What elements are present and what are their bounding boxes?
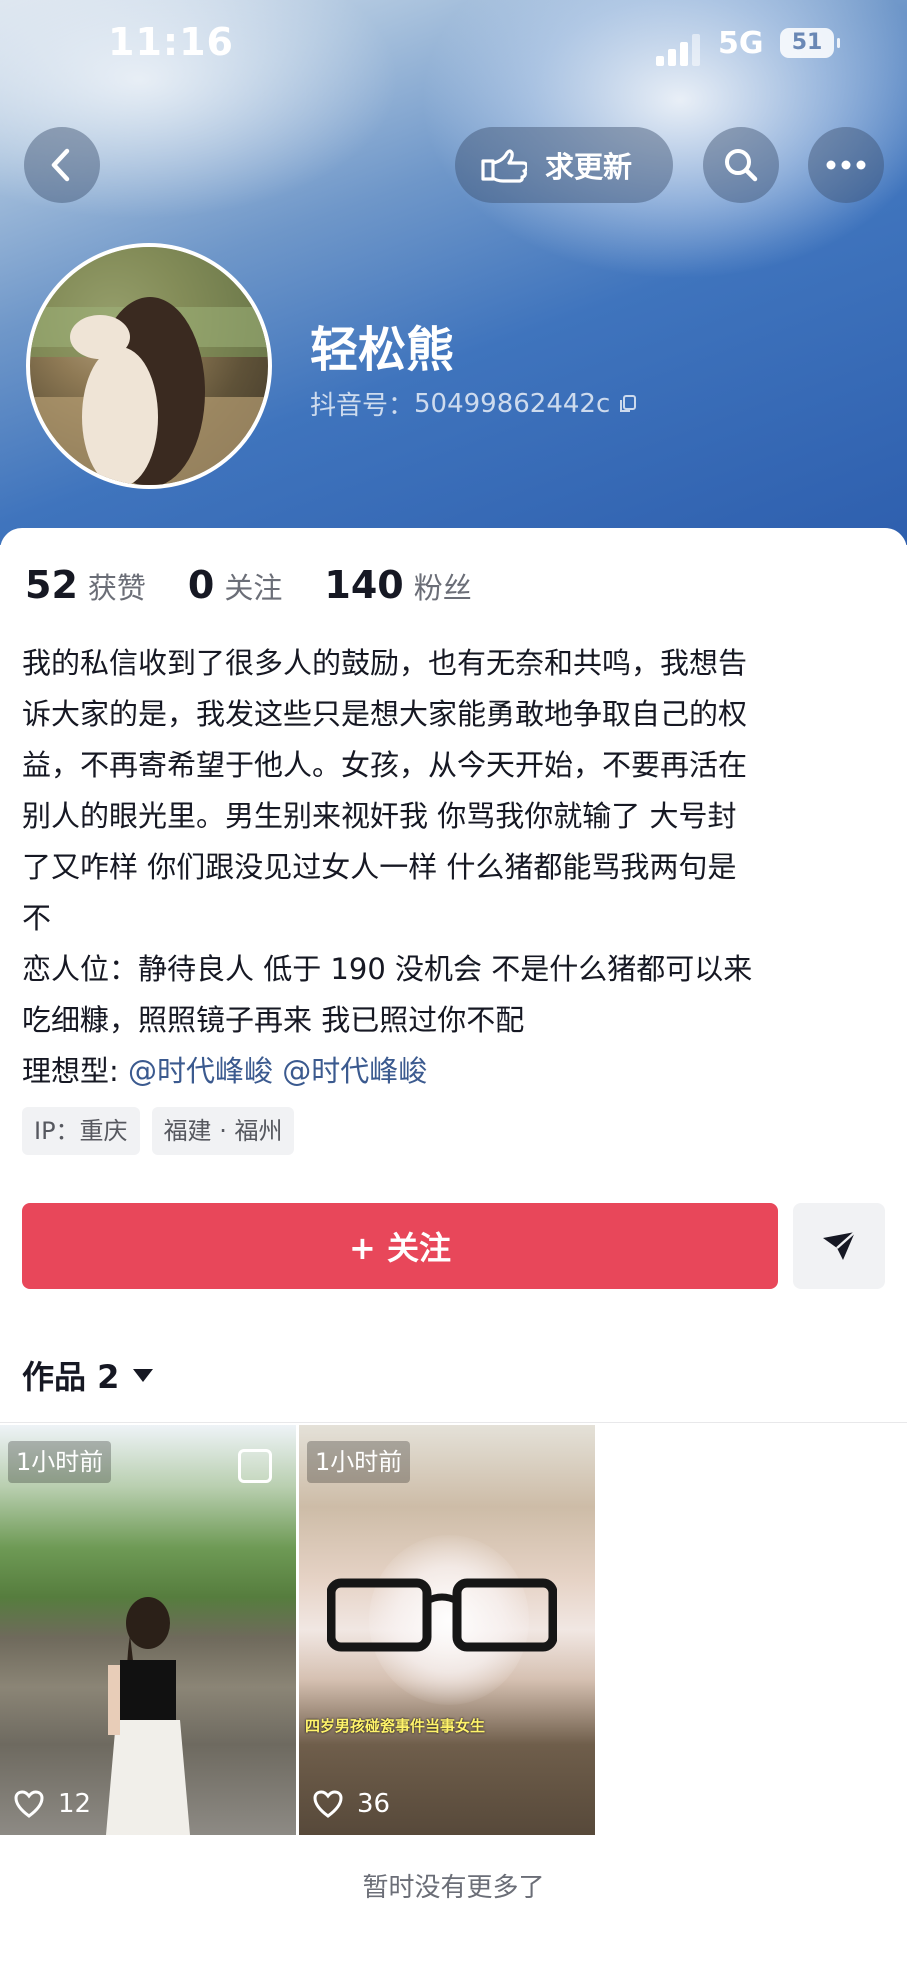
stat-followers[interactable]: 140 粉丝 [324,563,471,607]
bio-line: 我的私信收到了很多人的鼓励，也有无奈和共鸣，我想告 [22,646,748,680]
select-checkbox[interactable] [238,1449,272,1483]
stat-following[interactable]: 0 关注 [188,563,282,607]
profile-stats: 52 获赞 0 关注 140 粉丝 [25,563,514,607]
like-count: 36 [313,1789,390,1819]
network-type: 5G [718,26,764,61]
douyin-id: 抖音号： 50499862442c [310,385,638,422]
video-caption: 四岁男孩碰瓷事件当事女生 [305,1717,486,1735]
ip-location-tag: IP：重庆 [22,1107,140,1155]
profile-tags: IP：重庆 福建 · 福州 [22,1107,306,1155]
more-button[interactable] [808,127,884,203]
message-button[interactable] [793,1203,885,1289]
post-time-badge: 1小时前 [8,1441,112,1483]
like-count-value: 36 [357,1789,391,1819]
no-more-content-text: 暂时没有更多了 [362,1873,545,1903]
follow-button[interactable]: + 关注 [22,1203,778,1289]
username: 轻松熊 [310,322,455,378]
stat-likes-value: 52 [25,563,78,607]
video-thumbnail[interactable]: 1小时前 12 [0,1425,296,1835]
bio-ideal-label: 理想型: [22,1054,128,1088]
video-thumbnail[interactable]: 1小时前 四岁男孩碰瓷事件当事女生 36 [299,1425,595,1835]
works-tab-label: 作品 2 [22,1358,120,1396]
avatar[interactable] [26,243,272,489]
thumbnail-glasses-graphic [327,1578,557,1652]
copy-icon[interactable] [618,394,638,414]
region-tag[interactable]: 福建 · 福州 [151,1107,295,1155]
bio-line: 了又咋样 你们跟没见过女人一样 什么猪都能骂我两句是 [22,850,737,884]
douyin-id-label: 抖音号： [310,391,415,421]
thumbnail-person-graphic [106,1597,190,1835]
bio-text: 我的私信收到了很多人的鼓励，也有无奈和共鸣，我想告 诉大家的是，我发这些只是想大… [22,638,892,1097]
back-button[interactable] [24,127,100,203]
post-time-badge: 1小时前 [307,1441,411,1483]
signal-icon [656,32,702,66]
bio-line: 不 [22,901,52,935]
status-time: 11:16 [108,20,234,64]
pointing-hand-icon [479,145,527,185]
stat-likes-label: 获赞 [87,571,146,605]
battery-icon: 51 [780,28,840,58]
back-arrow-icon [51,148,70,182]
heart-icon [313,1790,343,1818]
bio-ideal-type: 理想型: @时代峰峻 @时代峰峻 [22,1046,892,1097]
mention-link[interactable]: @时代峰峻 [282,1054,427,1088]
stat-following-label: 关注 [224,571,283,605]
bio-line: 别人的眼光里。男生别来视奸我 你骂我你就输了 大号封 [22,799,737,833]
heart-icon [14,1790,44,1818]
bio-line: 恋人位：静待良人 低于 190 没机会 不是什么猪都可以来 [22,952,753,986]
tab-divider [0,1422,907,1423]
request-update-button[interactable]: 求更新 [455,127,673,203]
bio-line: 吃细糠，照照镜子再来 我已照过你不配 [22,1003,525,1037]
bio-line: 益，不再寄希望于他人。女孩，从今天开始，不要再活在 [22,748,748,782]
like-count-value: 12 [58,1789,92,1819]
mention-link[interactable]: @时代峰峻 [128,1054,273,1088]
douyin-id-value: 50499862442c [414,388,611,419]
search-icon [725,149,758,182]
status-bar: 11:16 5G 51 [0,18,907,68]
like-count: 12 [14,1789,91,1819]
send-icon [823,1231,856,1260]
stat-followers-label: 粉丝 [413,571,472,605]
works-tab[interactable]: 作品 2 [22,1352,154,1398]
avatar-photo [30,247,268,485]
request-update-label: 求更新 [545,150,633,184]
bio-line: 诉大家的是，我发这些只是想大家能勇敢地争取自己的权 [22,697,748,731]
dropdown-triangle-icon [133,1368,154,1382]
search-button[interactable] [703,127,779,203]
stat-following-value: 0 [187,563,215,607]
stat-followers-value: 140 [324,563,404,607]
stat-likes[interactable]: 52 获赞 [25,563,146,607]
more-icon [826,160,866,170]
